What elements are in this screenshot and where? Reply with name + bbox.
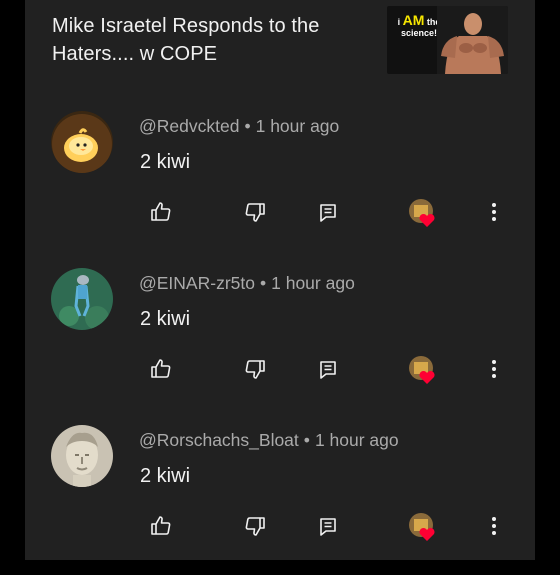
comment-item: @EINAR-zr5to • 1 hour ago 2 kiwi xyxy=(0,268,560,418)
thumbs-up-icon xyxy=(151,359,171,378)
more-vertical-icon xyxy=(492,517,496,535)
creator-heart-icon xyxy=(407,511,441,545)
more-button[interactable] xyxy=(484,356,504,382)
comment-author[interactable]: @Rorschachs_Bloat xyxy=(139,430,299,450)
thumbs-up-icon xyxy=(151,516,171,535)
video-title[interactable]: Mike Israetel Responds to the Haters....… xyxy=(52,12,372,68)
reply-icon xyxy=(320,518,336,536)
comment-meta: @Redvckted • 1 hour ago xyxy=(139,116,339,137)
like-button[interactable] xyxy=(148,356,174,382)
thumbs-up-icon xyxy=(151,202,171,221)
comment-author[interactable]: @EINAR-zr5to xyxy=(139,273,255,293)
meta-separator: • xyxy=(303,430,310,450)
more-button[interactable] xyxy=(484,199,504,225)
creator-heart-icon xyxy=(407,197,441,231)
reply-icon xyxy=(320,361,336,379)
more-vertical-icon xyxy=(492,203,496,221)
duck-avatar-icon[interactable] xyxy=(51,111,113,173)
comment-author[interactable]: @Redvckted xyxy=(139,116,239,136)
meta-separator: • xyxy=(259,273,267,293)
thumbs-down-icon xyxy=(245,203,265,222)
comment-time[interactable]: 1 hour ago xyxy=(315,430,399,450)
meta-separator: • xyxy=(244,116,251,136)
reply-icon xyxy=(320,204,336,222)
more-vertical-icon xyxy=(492,360,496,378)
statue-avatar-icon[interactable] xyxy=(51,425,113,487)
comment-item: @Rorschachs_Bloat • 1 hour ago 2 kiwi xyxy=(0,425,560,575)
reply-button[interactable] xyxy=(315,199,341,225)
comment-meta: @Rorschachs_Bloat • 1 hour ago xyxy=(139,430,399,451)
comment-text: 2 kiwi xyxy=(140,151,191,173)
creator-heart-icon xyxy=(407,354,441,388)
comment-text: 2 kiwi xyxy=(140,308,191,330)
thumbs-down-icon xyxy=(245,517,265,536)
comment-time[interactable]: 1 hour ago xyxy=(256,116,340,136)
thumbs-down-icon xyxy=(245,360,265,379)
comment-text: 2 kiwi xyxy=(140,465,191,487)
muscleman-image xyxy=(437,6,508,74)
figure-avatar-icon[interactable] xyxy=(51,268,113,330)
more-button[interactable] xyxy=(484,513,504,539)
dislike-button[interactable] xyxy=(242,513,268,539)
reply-button[interactable] xyxy=(315,513,341,539)
comment-meta: @EINAR-zr5to • 1 hour ago xyxy=(139,273,355,294)
like-button[interactable] xyxy=(148,513,174,539)
reply-button[interactable] xyxy=(315,356,341,382)
comment-time[interactable]: 1 hour ago xyxy=(271,273,355,293)
dislike-button[interactable] xyxy=(242,356,268,382)
video-thumbnail[interactable]: i AM the science! xyxy=(387,6,508,74)
comment-item: @Redvckted • 1 hour ago 2 kiwi xyxy=(0,111,560,261)
like-button[interactable] xyxy=(148,199,174,225)
dislike-button[interactable] xyxy=(242,199,268,225)
